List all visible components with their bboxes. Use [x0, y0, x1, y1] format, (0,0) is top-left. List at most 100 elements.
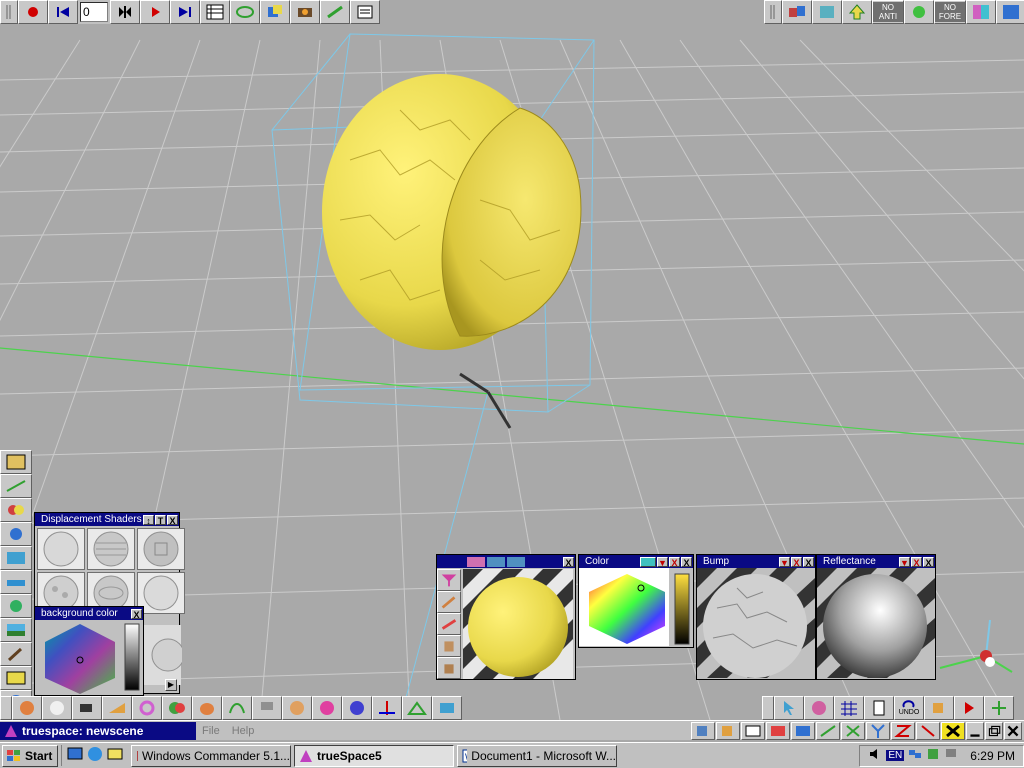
objects-icon[interactable] [782, 0, 812, 24]
close-icon[interactable]: X [923, 556, 934, 568]
dropdown-icon[interactable]: ▼ [899, 556, 910, 568]
restore-icon[interactable] [985, 721, 1003, 740]
shader-thumb-tiles[interactable] [137, 528, 185, 570]
status-view-icon[interactable] [791, 721, 815, 740]
sphere-primitive-icon[interactable] [12, 696, 42, 720]
menu-help[interactable]: Help [226, 725, 261, 737]
record-button[interactable] [18, 0, 48, 24]
grip-handle[interactable] [0, 0, 18, 24]
play-button[interactable] [140, 0, 170, 24]
grip-handle-bottom-right[interactable] [762, 696, 774, 720]
title-t-button[interactable]: T [155, 514, 166, 526]
material-editor-titlebar[interactable]: X [437, 555, 575, 568]
bump-preview[interactable] [697, 568, 815, 678]
material-preview[interactable] [463, 569, 573, 679]
shader-thumb-partial[interactable] [141, 625, 185, 685]
status-y-icon[interactable] [866, 721, 890, 740]
close-icon[interactable]: X [167, 514, 178, 526]
funnel-icon[interactable] [437, 569, 461, 591]
status-cube-icon[interactable] [691, 721, 715, 740]
close-icon[interactable]: X [563, 556, 574, 568]
close-red-icon[interactable]: X [911, 556, 922, 568]
viewport-icon[interactable] [996, 0, 1024, 24]
grip-handle-right[interactable] [764, 0, 782, 24]
camera-icon[interactable] [290, 0, 320, 24]
task-truespace[interactable]: trueSpace5 [294, 744, 454, 767]
picture-icon[interactable] [0, 450, 32, 474]
brush-icon[interactable] [437, 591, 461, 613]
shader-thumb-smooth[interactable] [137, 572, 185, 614]
close-icon[interactable]: X [681, 556, 692, 568]
link-icon[interactable] [320, 0, 350, 24]
menu-file[interactable]: File [196, 725, 226, 737]
bump-titlebar[interactable]: Bump ▼ X X [697, 555, 815, 568]
undo-button[interactable]: UNDO [894, 696, 924, 720]
status-all-axes-icon[interactable] [941, 721, 965, 740]
close-icon[interactable]: X [131, 608, 142, 620]
tray-monitor-icon[interactable] [944, 747, 958, 764]
material-swatch-icon[interactable] [467, 556, 485, 567]
background-color-titlebar[interactable]: background color X [35, 607, 143, 620]
no-fore-button[interactable]: NO FORE [934, 0, 966, 24]
cube-icon[interactable] [924, 696, 954, 720]
spline-icon[interactable] [222, 696, 252, 720]
reflectance-titlebar[interactable]: Reflectance ▼ X X [817, 555, 935, 568]
status-window-icon[interactable] [741, 721, 765, 740]
palette-object-icon[interactable] [282, 696, 312, 720]
terrain-icon[interactable] [402, 696, 432, 720]
rewind-button[interactable] [48, 0, 78, 24]
bucket-icon[interactable] [437, 657, 461, 679]
close-icon[interactable]: X [803, 556, 814, 568]
start-button[interactable]: Start [2, 744, 58, 767]
frame-number-input[interactable] [80, 2, 108, 22]
sphere-lights-icon[interactable] [0, 594, 32, 618]
plane-object-icon[interactable] [102, 696, 132, 720]
color-swatch-icon[interactable] [640, 556, 656, 567]
background-color-picker[interactable] [35, 620, 143, 694]
scene-icon[interactable] [0, 666, 32, 690]
camera-object-icon[interactable] [72, 696, 102, 720]
striped-sphere-icon[interactable] [342, 696, 372, 720]
outlook-icon[interactable] [106, 745, 124, 766]
color-titlebar[interactable]: Color ▼ X X [579, 555, 693, 568]
status-tool-icon[interactable] [916, 721, 940, 740]
grip-handle-bottom[interactable] [0, 696, 12, 720]
layers-icon[interactable] [812, 0, 842, 24]
spheres-object-icon[interactable] [162, 696, 192, 720]
paint-path-icon[interactable] [0, 474, 32, 498]
hammer-icon[interactable] [0, 642, 32, 666]
reflectance-preview[interactable] [817, 568, 935, 678]
spin-arrows-icon[interactable]: ↕ [143, 514, 154, 526]
color-picker[interactable] [579, 568, 693, 646]
car-icon[interactable] [0, 570, 32, 594]
white-sphere-icon[interactable] [42, 696, 72, 720]
network-icon[interactable] [908, 747, 922, 764]
material-swatch3-icon[interactable] [507, 556, 525, 567]
dropdown-icon[interactable]: ▼ [779, 556, 790, 568]
blob-icon[interactable] [312, 696, 342, 720]
play-red-icon[interactable] [954, 696, 984, 720]
keyframe-toggle-button[interactable] [110, 0, 140, 24]
status-z-icon[interactable] [891, 721, 915, 740]
path-icon[interactable] [230, 0, 260, 24]
fast-forward-button[interactable] [170, 0, 200, 24]
select-arrow-icon[interactable] [774, 696, 804, 720]
status-box-icon[interactable] [716, 721, 740, 740]
shader-thumb-wave[interactable] [87, 528, 135, 570]
language-indicator[interactable]: EN [886, 750, 905, 761]
properties-icon[interactable] [350, 0, 380, 24]
volume-icon[interactable] [868, 747, 882, 764]
status-grid-icon[interactable] [766, 721, 790, 740]
close-red-icon[interactable]: X [791, 556, 802, 568]
render-icon[interactable] [260, 0, 290, 24]
status-x-icon[interactable] [841, 721, 865, 740]
scroll-right-icon[interactable]: ▶ [165, 679, 177, 691]
palette-icon[interactable] [966, 0, 996, 24]
app-titlebar[interactable]: truespace: newscene [0, 721, 196, 740]
paint-icon[interactable] [437, 613, 461, 635]
document-icon[interactable] [864, 696, 894, 720]
dropdown-icon[interactable]: ▼ [657, 556, 668, 568]
light-icon[interactable] [904, 0, 934, 24]
displacement-shaders-titlebar[interactable]: Displacement Shaders ↕ T X [35, 513, 179, 526]
task-word-document[interactable]: W Document1 - Microsoft W... [457, 744, 617, 767]
